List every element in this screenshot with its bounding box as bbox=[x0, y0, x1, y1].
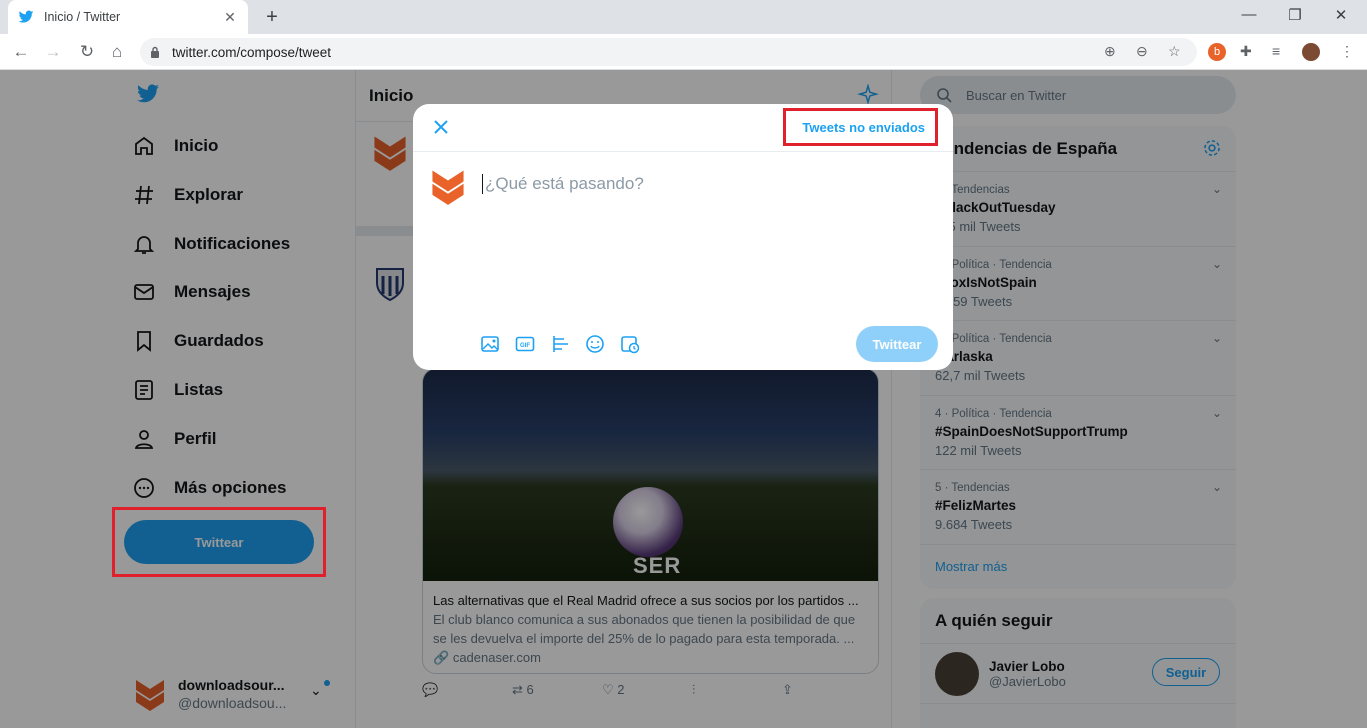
media-queue-icon[interactable]: ≡ bbox=[1272, 43, 1280, 59]
tweet-text-input[interactable]: ¿Qué está pasando? bbox=[482, 174, 644, 194]
profile-avatar[interactable] bbox=[1302, 43, 1320, 61]
back-arrow-icon[interactable]: ← bbox=[10, 41, 32, 63]
minimize-button[interactable]: — bbox=[1226, 6, 1272, 23]
svg-text:GIF: GIF bbox=[520, 343, 530, 349]
address-bar[interactable]: twitter.com/compose/tweet bbox=[140, 38, 1197, 66]
url-text: twitter.com/compose/tweet bbox=[172, 44, 332, 60]
puzzle-icon[interactable]: ✚ bbox=[1240, 43, 1252, 60]
home-browser-icon[interactable]: ⌂ bbox=[106, 41, 128, 63]
schedule-icon[interactable] bbox=[620, 334, 640, 354]
restore-button[interactable]: ❐ bbox=[1272, 6, 1318, 24]
tab-title: Inicio / Twitter bbox=[44, 10, 121, 24]
browser-tab[interactable]: Inicio / Twitter ✕ bbox=[8, 0, 248, 34]
browser-tab-strip: Inicio / Twitter ✕ + — ❐ ✕ bbox=[0, 0, 1367, 34]
twitter-app: Inicio Explorar Notificaciones Mensajes … bbox=[0, 70, 1367, 728]
compose-avatar bbox=[432, 170, 464, 205]
close-window-button[interactable]: ✕ bbox=[1318, 6, 1364, 24]
highlight-box-unsent bbox=[783, 108, 938, 146]
close-tab-icon[interactable]: ✕ bbox=[222, 9, 238, 26]
lock-icon bbox=[151, 46, 159, 58]
new-tab-button[interactable]: + bbox=[262, 6, 282, 29]
emoji-icon[interactable] bbox=[585, 334, 605, 354]
browser-toolbar: ← → ↻ ⌂ twitter.com/compose/tweet ⊕ ⊖ ☆ … bbox=[0, 34, 1367, 70]
add-icon[interactable]: ⊕ bbox=[1104, 43, 1116, 60]
gif-icon[interactable]: GIF bbox=[515, 334, 535, 354]
highlight-box-tweet-button bbox=[112, 507, 326, 577]
zoom-icon[interactable]: ⊖ bbox=[1136, 43, 1148, 60]
extension-b-icon[interactable]: b bbox=[1208, 43, 1226, 61]
menu-dots-icon[interactable]: ⋮ bbox=[1340, 43, 1354, 60]
forward-arrow-icon[interactable]: → bbox=[42, 41, 64, 63]
star-icon[interactable]: ☆ bbox=[1168, 43, 1181, 60]
tweet-submit-button[interactable]: Twittear bbox=[856, 326, 938, 362]
poll-icon[interactable] bbox=[551, 334, 571, 354]
reload-icon[interactable]: ↻ bbox=[76, 41, 98, 63]
close-icon[interactable] bbox=[430, 116, 452, 138]
twitter-bird-icon bbox=[18, 10, 34, 23]
image-icon[interactable] bbox=[480, 334, 500, 354]
